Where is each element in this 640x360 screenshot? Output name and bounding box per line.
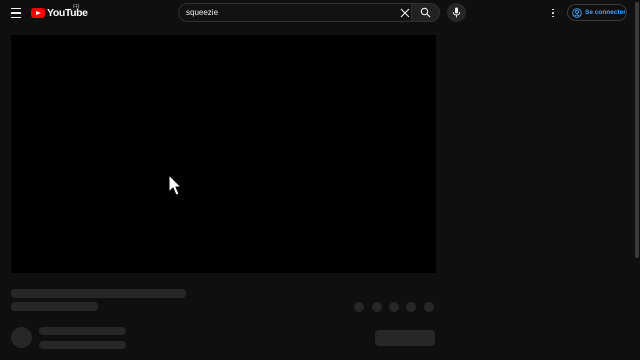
menu-button[interactable] [9, 6, 23, 20]
clear-search-button[interactable] [399, 6, 411, 18]
mouse-pointer-icon [168, 174, 182, 196]
search-button[interactable] [411, 3, 440, 22]
account-circle-icon [572, 7, 582, 18]
search-box [178, 3, 411, 22]
video-player[interactable] [11, 35, 436, 273]
subtitle-skeleton [11, 302, 98, 311]
region-code: FR [73, 4, 80, 10]
action-skeleton [354, 302, 364, 312]
logo-text: YouTube [47, 7, 88, 19]
title-skeleton [11, 289, 186, 298]
microphone-icon [452, 7, 461, 18]
more-vertical-icon [552, 8, 554, 11]
action-skeleton [372, 302, 382, 312]
action-skeleton [424, 302, 434, 312]
action-skeleton [389, 302, 399, 312]
scrollbar[interactable] [634, 0, 640, 360]
channel-subs-skeleton [39, 341, 126, 349]
scrollbar-thumb[interactable] [635, 2, 639, 258]
search-icon [420, 7, 431, 18]
subscribe-button-skeleton [375, 330, 435, 346]
search-input[interactable] [186, 8, 386, 17]
close-icon [400, 8, 410, 18]
channel-name-skeleton [39, 327, 126, 335]
youtube-play-icon [31, 8, 45, 18]
masthead: YouTube FR Se connecter [0, 0, 640, 26]
voice-search-button[interactable] [447, 3, 466, 22]
signin-button[interactable]: Se connecter [567, 4, 627, 21]
action-skeleton [406, 302, 416, 312]
hamburger-icon [11, 8, 21, 10]
channel-avatar-skeleton [11, 327, 32, 348]
signin-label: Se connecter [585, 9, 626, 16]
settings-menu-button[interactable] [548, 7, 558, 19]
